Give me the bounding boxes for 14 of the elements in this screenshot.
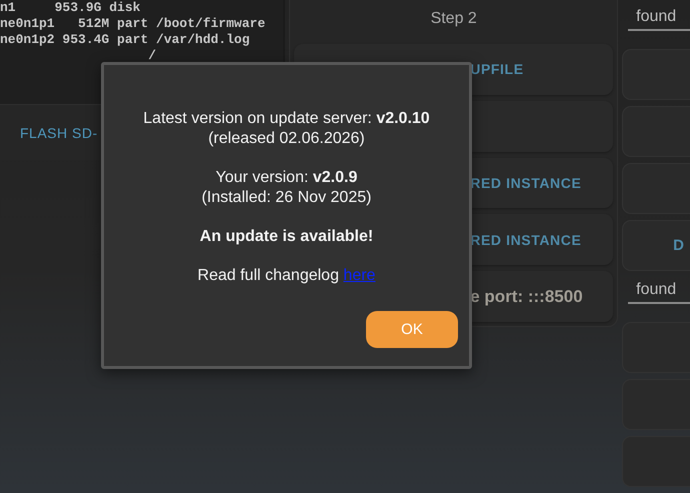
dialog-text: Your version: v2.0.9 bbox=[216, 168, 358, 188]
dialog-text: (released 02.06.2026) bbox=[208, 129, 365, 149]
action-button[interactable]: D bbox=[622, 220, 690, 271]
search-field[interactable]: found bbox=[628, 4, 690, 31]
terminal-line: n1 953.9G disk bbox=[0, 0, 142, 16]
terminal-line: ne0n1p1 512M part /boot/firmware bbox=[0, 16, 266, 32]
dialog-text: Latest version on update server: v2.0.10 bbox=[143, 109, 430, 129]
terminal-line: / bbox=[147, 48, 158, 64]
flash-button[interactable]: FLASH SD- bbox=[0, 118, 98, 146]
dialog-text: An update is available! bbox=[200, 227, 374, 247]
dialog-text: (Installed: 26 Nov 2025) bbox=[202, 188, 372, 208]
terminal-line: ne0n1p2 953.4G part /var/hdd.log bbox=[0, 32, 251, 48]
search-field[interactable]: found bbox=[628, 277, 690, 304]
panel-title: Step 2 bbox=[430, 8, 478, 29]
